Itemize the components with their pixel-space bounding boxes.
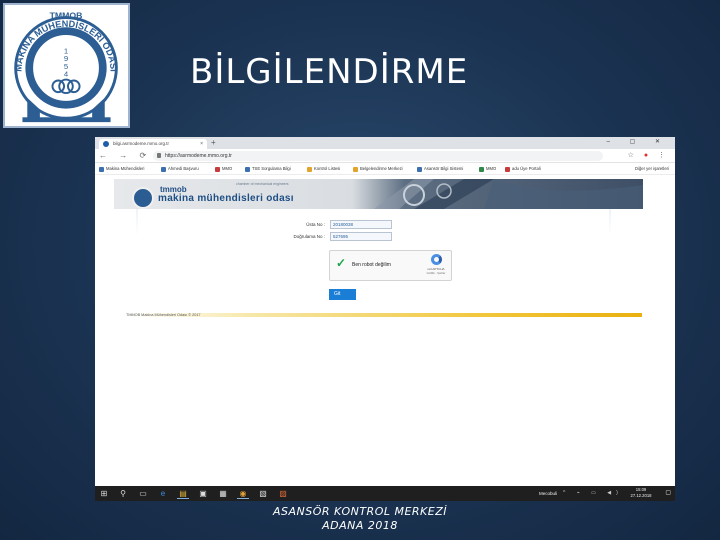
menu-icon[interactable]: ⋮	[658, 152, 669, 159]
chrome-icon[interactable]: ◉	[237, 488, 249, 499]
bookmark-item[interactable]: TSE Sorgulama Bilgi	[245, 165, 291, 173]
logo-year-4: 4	[64, 70, 69, 79]
bookmark-item[interactable]: Asansör Bilgi Sistemi	[417, 165, 463, 173]
submit-button[interactable]: Git	[329, 289, 356, 300]
system-tray[interactable]: ^ ⌁ ▭ ◀)	[563, 487, 623, 499]
bookmark-item[interactable]: MMO	[479, 165, 496, 173]
browser-tab[interactable]: bilgi.asrmodeme.mmo.org.tr ×	[99, 139, 207, 149]
address-row: ← → ⟳ ⌂ https://asrmodeme.mmo.org.tr ☆ ●…	[95, 149, 675, 163]
url-text: https://asrmodeme.mmo.org.tr	[165, 153, 232, 159]
logo-emblem: TMMOB 1 9 5 4 MAKİNA MÜHENDİSLERİ ODASI	[13, 11, 119, 123]
calculator-icon[interactable]: ▦	[217, 488, 229, 499]
site-banner: tmmob makina mühendisleri odası chamber …	[114, 179, 643, 209]
verification-no-input[interactable]: 527695	[330, 232, 392, 241]
banner-org-line2: makina mühendisleri odası	[158, 193, 294, 204]
taskbar-user[interactable]: Mecobuli	[539, 489, 557, 498]
registry-no-input[interactable]: 20180038	[330, 220, 392, 229]
clock-date: 27.12.2018	[630, 493, 652, 498]
browser-screenshot: bilgi.asrmodeme.mmo.org.tr × + – ▢ ✕ ← →…	[95, 137, 675, 501]
bookmark-item[interactable]: adu Üye Portali	[505, 165, 541, 173]
bookmark-item[interactable]: Kontrol Listesi	[307, 165, 340, 173]
recaptcha-terms[interactable]: Gizlilik - Şartlar	[425, 271, 447, 275]
app-icon[interactable]: ▧	[257, 488, 269, 499]
caption-line-1: ASANSÖR KONTROL MERKEZİ	[272, 505, 448, 518]
extension-icon[interactable]: ●	[644, 152, 652, 159]
recaptcha-arrow-icon	[431, 254, 442, 265]
check-icon[interactable]: ✓	[336, 257, 346, 269]
app-icon[interactable]: ▨	[277, 488, 289, 499]
web-page: tmmob makina mühendisleri odası chamber …	[95, 175, 675, 487]
notification-icon[interactable]: ▢	[665, 488, 671, 499]
favicon-icon	[103, 141, 109, 147]
tab-close-icon[interactable]: ×	[200, 139, 203, 149]
tmmob-mmo-logo: TMMOB 1 9 5 4 MAKİNA MÜHENDİSLERİ ODASI	[3, 3, 130, 128]
field-label: Üsta No :	[306, 222, 325, 227]
tab-title: bilgi.asrmodeme.mmo.org.tr	[113, 141, 170, 146]
other-bookmarks[interactable]: Diğer yer işaretleri	[635, 165, 669, 173]
store-icon[interactable]: ▣	[197, 488, 209, 499]
star-icon[interactable]: ☆	[628, 152, 638, 159]
slide-title: BİLGİLENDİRME	[190, 52, 469, 92]
edge-icon[interactable]: e	[157, 488, 169, 499]
address-bar[interactable]: https://asrmodeme.mmo.org.tr	[153, 151, 603, 161]
search-icon[interactable]: ⚲	[117, 488, 129, 499]
recaptcha-widget[interactable]: ✓ Ben robot değilim reCAPTCHA Gizlilik -…	[329, 250, 452, 281]
banner-slogan: chamber of mechanical engineers	[236, 182, 289, 186]
footer-copyright: TMMOB Makina Mühendisleri Odası © 2017	[126, 313, 201, 317]
browser-tab-bar: bilgi.asrmodeme.mmo.org.tr × + – ▢ ✕	[95, 137, 675, 149]
browser-extensions[interactable]: ☆ ● ⋮	[628, 150, 669, 162]
bookmark-item[interactable]: Makina Mühendisleri	[99, 165, 144, 173]
start-icon[interactable]: ⊞	[98, 488, 110, 499]
task-view-icon[interactable]: ▭	[137, 488, 149, 499]
bookmark-item[interactable]: MMO	[215, 165, 232, 173]
bookmark-item[interactable]: Ahmedi Başvuru	[161, 165, 199, 173]
recaptcha-label: Ben robot değilim	[352, 262, 391, 268]
new-tab-button[interactable]: +	[211, 138, 216, 148]
bookmark-item[interactable]: Belgelendirme Merkezi	[353, 165, 403, 173]
recaptcha-logo-icon: reCAPTCHA Gizlilik - Şartlar	[425, 254, 447, 278]
bookmarks-bar: Makina Mühendisleri Ahmedi Başvuru MMO T…	[95, 163, 675, 175]
slide-caption: ASANSÖR KONTROL MERKEZİ ADANA 2018	[0, 505, 720, 533]
taskbar-clock[interactable]: 15:09 27.12.2018	[629, 487, 653, 499]
banner-logo-icon	[132, 187, 154, 209]
file-explorer-icon[interactable]: ▤	[177, 488, 189, 499]
field-label: Doğrulama No :	[293, 234, 325, 239]
footer-bar	[126, 313, 642, 317]
lock-icon	[157, 153, 161, 158]
windows-taskbar: ⊞ ⚲ ▭ e ▤ ▣ ▦ ◉ ▧ ▨ Mecobuli ^ ⌁ ▭ ◀) 15…	[95, 486, 675, 501]
window-controls[interactable]: – ▢ ✕	[607, 137, 669, 148]
caption-line-2: ADANA 2018	[322, 519, 398, 532]
